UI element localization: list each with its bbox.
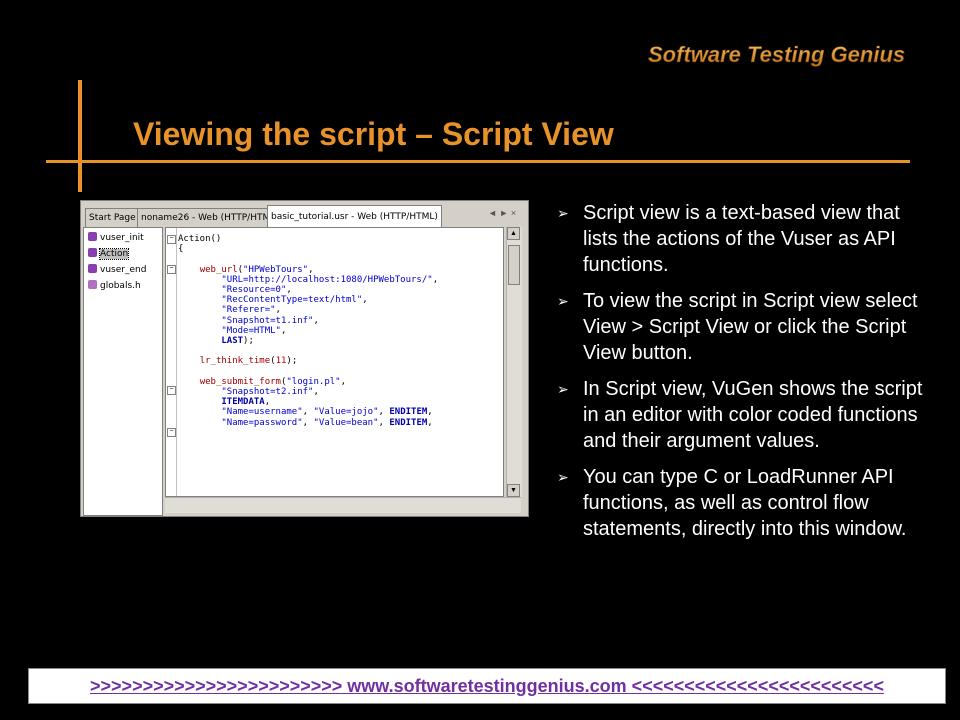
script-file-icon	[88, 232, 97, 241]
script-file-icon	[88, 264, 97, 273]
accent-vertical-line	[78, 80, 82, 192]
arrowhead-bullet-icon: ➢	[557, 381, 569, 397]
script-file-icon	[88, 248, 97, 257]
tree-item-label: globals.h	[100, 281, 141, 291]
bullet-item: ➢ You can type C or LoadRunner API functi…	[555, 464, 935, 542]
header-file-icon	[88, 280, 97, 289]
arrowhead-bullet-icon: ➢	[557, 469, 569, 485]
editor-horizontal-scrollbar[interactable]	[165, 497, 521, 513]
editor-tab-strip: Start Page noname26 - Web (HTTP/HTML) ba…	[83, 203, 526, 228]
script-tree: vuser_init Action vuser_end globals.h	[83, 227, 163, 516]
bullet-text: Script view is a text-based view that li…	[583, 202, 900, 276]
footer-website-link[interactable]: >>>>>>>>>>>>>>>>>>>>>>>> www.softwaretes…	[29, 676, 945, 697]
tab-noname26[interactable]: noname26 - Web (HTTP/HTML)	[137, 208, 283, 227]
fold-toggle-icon[interactable]: −	[167, 235, 176, 244]
editor-vertical-scrollbar[interactable]: ▲ ▼	[506, 227, 522, 497]
tab-basic-tutorial[interactable]: basic_tutorial.usr - Web (HTTP/HTML)	[267, 205, 442, 228]
scroll-up-icon[interactable]: ▲	[507, 227, 520, 240]
fold-toggle-icon[interactable]: −	[167, 265, 176, 274]
bullet-item: ➢ To view the script in Script view selec…	[555, 288, 935, 366]
fold-toggle-icon[interactable]: −	[167, 386, 176, 395]
scroll-down-icon[interactable]: ▼	[507, 484, 520, 497]
script-editor[interactable]: − − − − Action() { web_url("HPWebTours",…	[165, 227, 504, 497]
tree-item-vuser-init[interactable]: vuser_init	[88, 231, 144, 246]
tree-item-label: vuser_end	[100, 265, 147, 275]
tree-item-vuser-end[interactable]: vuser_end	[88, 263, 146, 278]
arrowhead-bullet-icon: ➢	[557, 293, 569, 309]
footer-banner: >>>>>>>>>>>>>>>>>>>>>>>> www.softwaretes…	[28, 668, 946, 704]
logo-text: Software Testing Genius	[648, 42, 905, 67]
slide-title: Viewing the script – Script View	[133, 116, 614, 152]
scroll-thumb[interactable]	[508, 245, 520, 285]
fold-toggle-icon[interactable]: −	[167, 428, 176, 437]
arrowhead-bullet-icon: ➢	[557, 205, 569, 221]
bullet-text: In Script view, VuGen shows the script i…	[583, 378, 923, 452]
bullet-text: You can type C or LoadRunner API functio…	[583, 466, 907, 540]
bullet-text: To view the script in Script view select…	[583, 290, 918, 364]
tab-controls[interactable]: ◄ ► ×	[488, 208, 516, 218]
tab-start-page[interactable]: Start Page	[85, 208, 140, 227]
software-testing-genius-logo: Software Testing Genius	[648, 42, 906, 68]
tree-item-label: vuser_init	[100, 233, 144, 243]
bullet-item: ➢ In Script view, VuGen shows the script …	[555, 376, 935, 454]
tree-item-action[interactable]: Action	[88, 247, 130, 262]
script-code: Action() { web_url("HPWebTours", "URL=ht…	[178, 234, 439, 428]
bullet-list: ➢ Script view is a text-based view that l…	[555, 200, 935, 552]
bullet-item: ➢ Script view is a text-based view that l…	[555, 200, 935, 278]
tree-item-label: Action	[98, 248, 130, 260]
script-view-screenshot: Start Page noname26 - Web (HTTP/HTML) ba…	[80, 200, 529, 517]
accent-horizontal-line	[46, 160, 910, 163]
tree-item-globals[interactable]: globals.h	[88, 279, 141, 294]
